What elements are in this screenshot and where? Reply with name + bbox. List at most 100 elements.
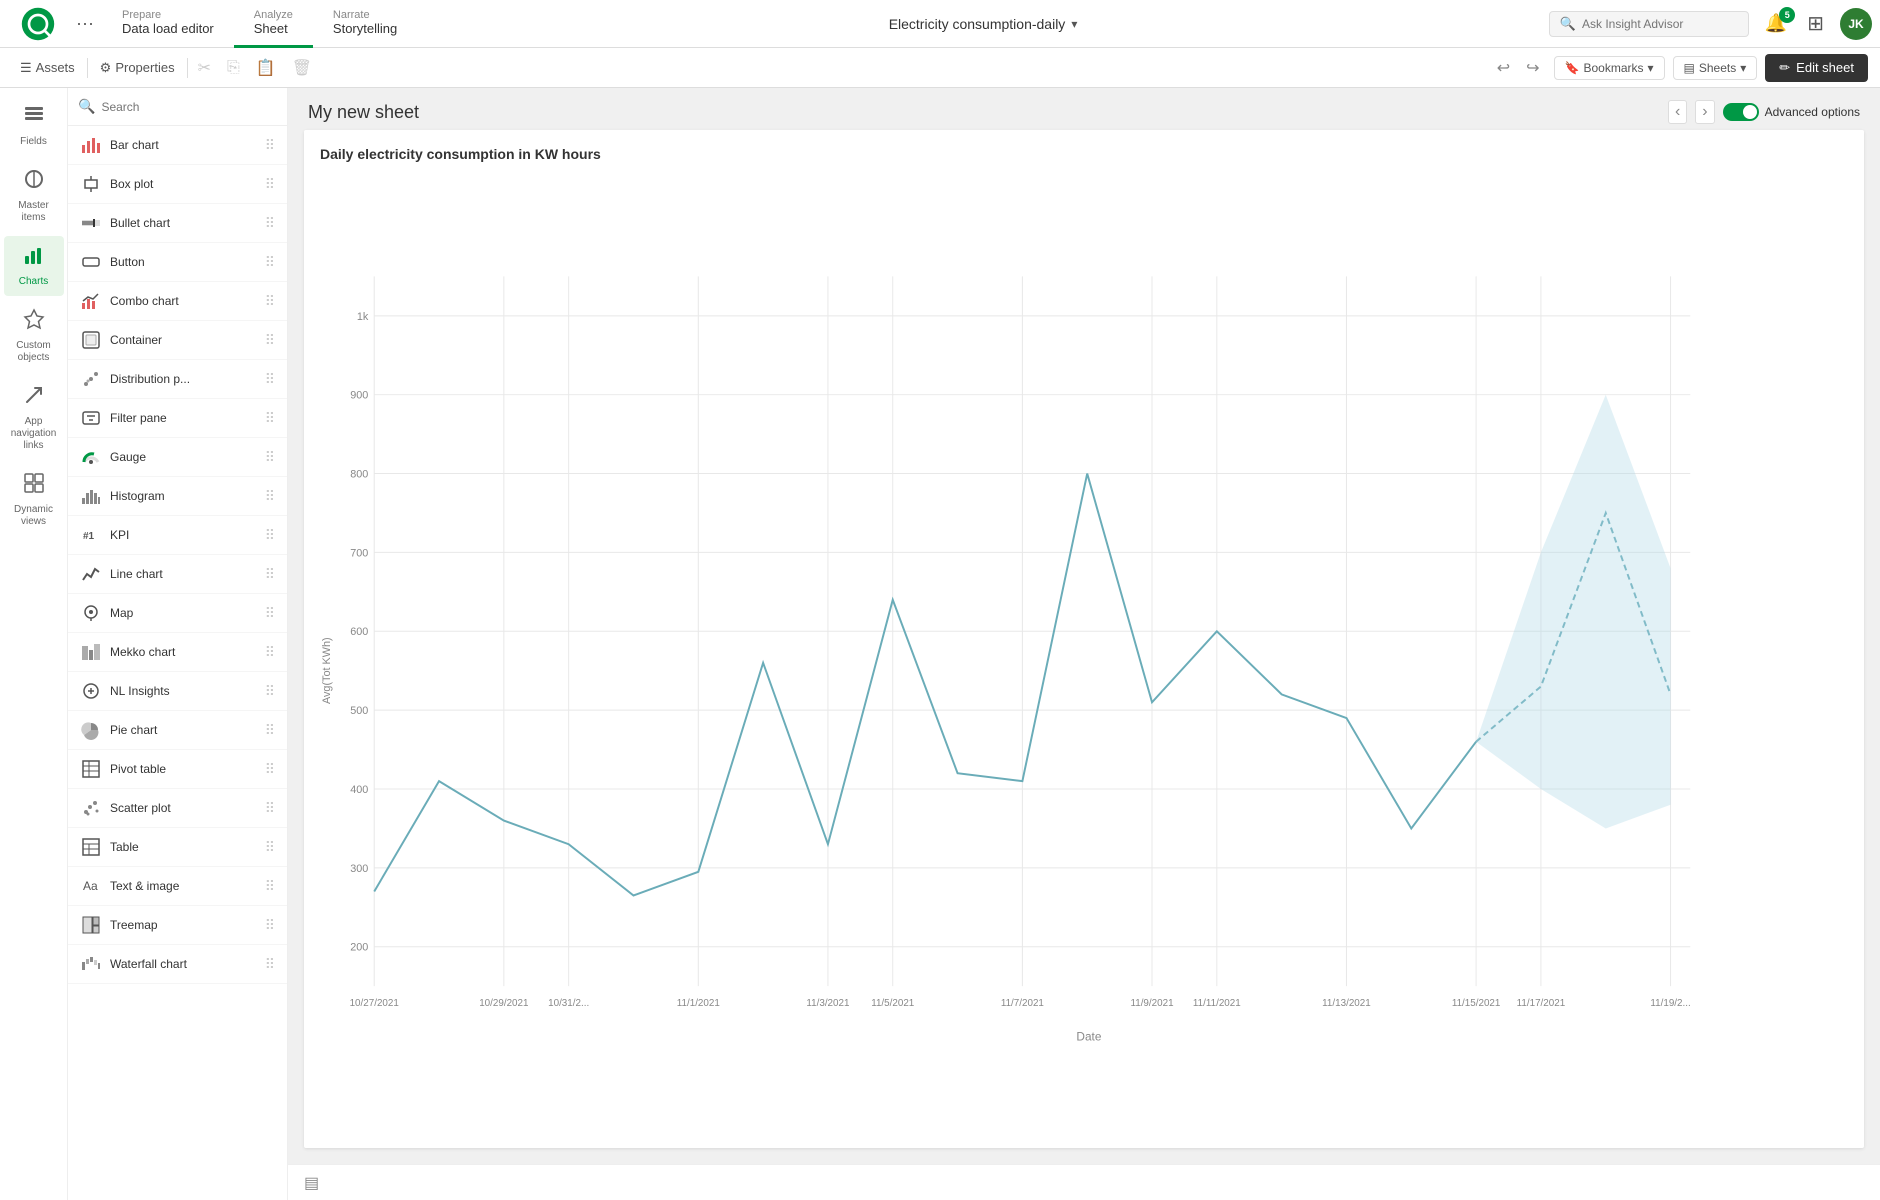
grid-menu-button[interactable]: ⊞ <box>1803 7 1828 40</box>
line-chart-drag-handle[interactable]: ⠿ <box>265 566 275 583</box>
svg-text:900: 900 <box>350 390 368 402</box>
paste-icon[interactable]: 📋 <box>250 54 282 82</box>
chart-item-gauge[interactable]: Gauge ⠿ <box>68 438 287 477</box>
chart-item-bar-chart[interactable]: Bar chart ⠿ <box>68 126 287 165</box>
chart-item-button[interactable]: Button ⠿ <box>68 243 287 282</box>
redo-button[interactable]: ↪ <box>1520 54 1545 82</box>
app-nav-icon <box>23 384 45 412</box>
chart-item-bullet-chart[interactable]: Bullet chart ⠿ <box>68 204 287 243</box>
box-plot-icon <box>80 173 102 195</box>
bookmarks-button[interactable]: 🔖 Bookmarks ▾ <box>1554 56 1665 80</box>
advanced-options-toggle[interactable]: Advanced options <box>1723 103 1860 121</box>
sheets-button[interactable]: ▤ Sheets ▾ <box>1673 56 1758 80</box>
chart-container: Avg(Tot KWh) 1k900800700600500400300200 … <box>320 170 1848 1132</box>
app-title[interactable]: Electricity consumption-daily <box>889 16 1066 32</box>
map-icon <box>80 602 102 624</box>
advanced-options-switch[interactable] <box>1723 103 1759 121</box>
table-drag-handle[interactable]: ⠿ <box>265 839 275 856</box>
cut-icon[interactable]: ✂ <box>192 54 217 82</box>
svg-text:400: 400 <box>350 784 368 796</box>
bullet-chart-drag-handle[interactable]: ⠿ <box>265 215 275 232</box>
histogram-drag-handle[interactable]: ⠿ <box>265 488 275 505</box>
waterfall-chart-icon <box>80 953 102 975</box>
svg-text:600: 600 <box>350 626 368 638</box>
fields-icon <box>23 104 45 132</box>
box-plot-drag-handle[interactable]: ⠿ <box>265 176 275 193</box>
charts-search-input[interactable] <box>101 100 277 114</box>
sidebar-item-custom-objects[interactable]: Custom objects <box>4 300 64 372</box>
chart-item-combo-chart[interactable]: Combo chart ⠿ <box>68 282 287 321</box>
properties-tab[interactable]: ⚙ Properties <box>92 56 183 80</box>
sidebar-item-app-nav[interactable]: App navigation links <box>4 376 64 460</box>
chart-item-map[interactable]: Map ⠿ <box>68 594 287 633</box>
chart-item-pie-chart[interactable]: Pie chart ⠿ <box>68 711 287 750</box>
tab-analyze[interactable]: Analyze Sheet <box>234 0 313 48</box>
logo[interactable] <box>8 6 68 42</box>
chart-item-waterfall-chart[interactable]: Waterfall chart ⠿ <box>68 945 287 984</box>
notifications-button[interactable]: 🔔 5 <box>1761 9 1791 38</box>
insight-search-input[interactable] <box>1582 17 1722 31</box>
tab-divider <box>87 58 88 78</box>
chart-item-box-plot[interactable]: Box plot ⠿ <box>68 165 287 204</box>
sidebar-item-fields[interactable]: Fields <box>4 96 64 156</box>
edit-sheet-button[interactable]: ✏ Edit sheet <box>1765 54 1868 82</box>
pie-chart-drag-handle[interactable]: ⠿ <box>265 722 275 739</box>
filter-pane-drag-handle[interactable]: ⠿ <box>265 410 275 427</box>
nl-insights-drag-handle[interactable]: ⠿ <box>265 683 275 700</box>
chart-item-filter-pane[interactable]: Filter pane ⠿ <box>68 399 287 438</box>
distribution-p-drag-handle[interactable]: ⠿ <box>265 371 275 388</box>
left-sidebar: Fields Master items Charts Custom object… <box>0 88 68 1200</box>
chart-item-kpi[interactable]: #1 KPI ⠿ <box>68 516 287 555</box>
prev-sheet-button[interactable]: ‹ <box>1668 100 1687 124</box>
chart-item-scatter-plot[interactable]: Scatter plot ⠿ <box>68 789 287 828</box>
next-sheet-button[interactable]: › <box>1695 100 1714 124</box>
tab-narrate[interactable]: Narrate Storytelling <box>313 0 417 48</box>
chart-item-pivot-table[interactable]: Pivot table ⠿ <box>68 750 287 789</box>
container-drag-handle[interactable]: ⠿ <box>265 332 275 349</box>
nav-right: 🔍 🔔 5 ⊞ JK <box>1549 7 1872 40</box>
avatar[interactable]: JK <box>1840 8 1872 40</box>
pivot-table-drag-handle[interactable]: ⠿ <box>265 761 275 778</box>
assets-tab[interactable]: ☰ Assets <box>12 56 83 80</box>
button-drag-handle[interactable]: ⠿ <box>265 254 275 271</box>
gauge-drag-handle[interactable]: ⠿ <box>265 449 275 466</box>
treemap-drag-handle[interactable]: ⠿ <box>265 917 275 934</box>
app-title-chevron-icon[interactable]: ▾ <box>1071 17 1077 31</box>
line-chart-svg: Avg(Tot KWh) 1k900800700600500400300200 … <box>320 170 1848 1132</box>
sidebar-item-charts[interactable]: Charts <box>4 236 64 296</box>
copy-icon[interactable]: ⎘ <box>221 55 246 81</box>
delete-icon[interactable]: 🗑 <box>286 54 318 82</box>
chart-item-treemap[interactable]: Treemap ⠿ <box>68 906 287 945</box>
sidebar-item-dynamic-views[interactable]: Dynamic views <box>4 464 64 536</box>
map-drag-handle[interactable]: ⠿ <box>265 605 275 622</box>
sheet-icon: ▤ <box>304 1173 319 1193</box>
svg-text:Avg(Tot KWh): Avg(Tot KWh) <box>321 637 333 704</box>
sidebar-item-master-items[interactable]: Master items <box>4 160 64 232</box>
nl-insights-icon <box>80 680 102 702</box>
kpi-drag-handle[interactable]: ⠿ <box>265 527 275 544</box>
line-chart-icon <box>80 563 102 585</box>
more-options-icon[interactable]: ··· <box>68 13 102 34</box>
sheet-title: My new sheet <box>308 102 419 123</box>
chart-item-distribution-p[interactable]: Distribution p... ⠿ <box>68 360 287 399</box>
chart-item-mekko-chart[interactable]: Mekko chart ⠿ <box>68 633 287 672</box>
svg-text:300: 300 <box>350 863 368 875</box>
search-icon: 🔍 <box>1560 16 1576 32</box>
bar-chart-drag-handle[interactable]: ⠿ <box>265 137 275 154</box>
mekko-chart-drag-handle[interactable]: ⠿ <box>265 644 275 661</box>
waterfall-chart-drag-handle[interactable]: ⠿ <box>265 956 275 973</box>
fields-label: Fields <box>20 136 47 148</box>
svg-text:700: 700 <box>350 547 368 559</box>
insight-search-bar[interactable]: 🔍 <box>1549 11 1749 37</box>
chart-item-line-chart[interactable]: Line chart ⠿ <box>68 555 287 594</box>
chart-item-table[interactable]: Table ⠿ <box>68 828 287 867</box>
scatter-plot-drag-handle[interactable]: ⠿ <box>265 800 275 817</box>
chart-item-nl-insights[interactable]: NL Insights ⠿ <box>68 672 287 711</box>
text-image-drag-handle[interactable]: ⠿ <box>265 878 275 895</box>
chart-item-container[interactable]: Container ⠿ <box>68 321 287 360</box>
undo-button[interactable]: ↩ <box>1491 54 1516 82</box>
combo-chart-drag-handle[interactable]: ⠿ <box>265 293 275 310</box>
tab-prepare[interactable]: Prepare Data load editor <box>102 0 234 48</box>
chart-item-text-image[interactable]: Aa Text & image ⠿ <box>68 867 287 906</box>
chart-item-histogram[interactable]: Histogram ⠿ <box>68 477 287 516</box>
